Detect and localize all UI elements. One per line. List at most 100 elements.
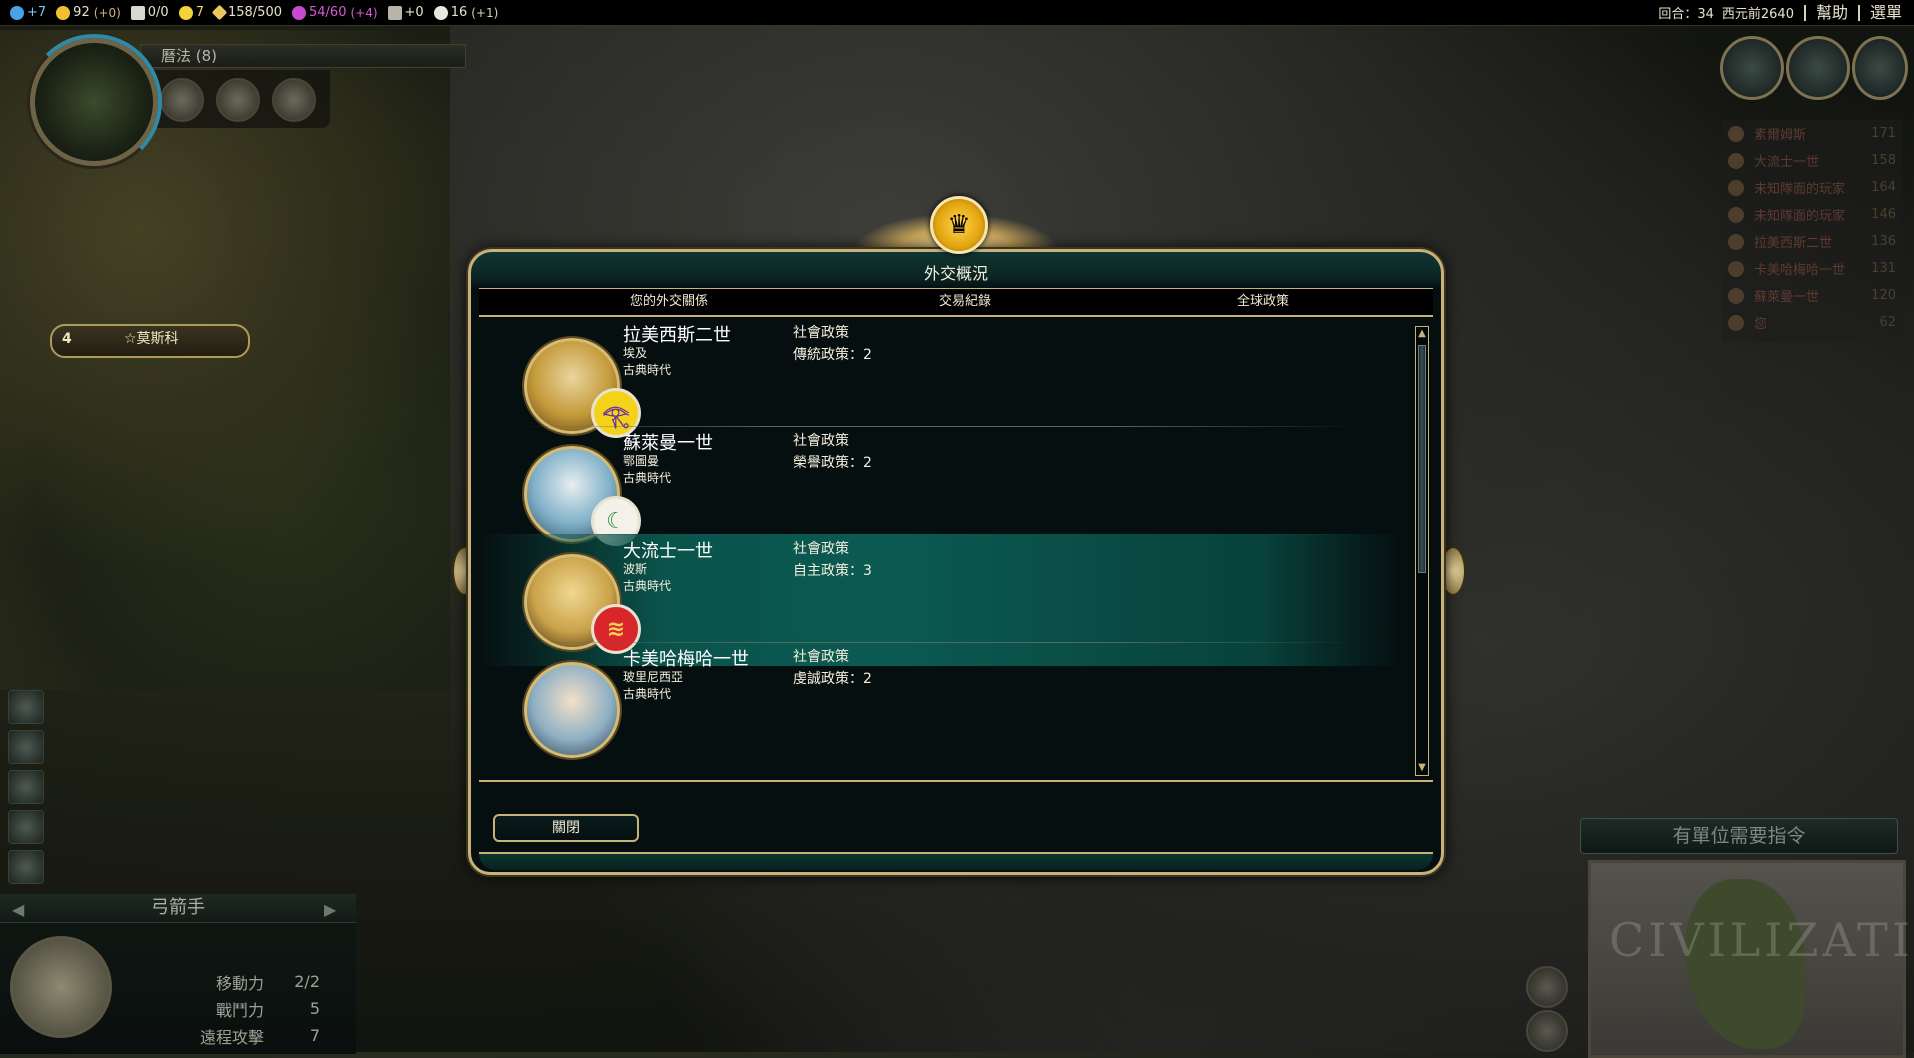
civ-icon [1728,233,1744,250]
policy-value: 傳統政策：2 [793,347,872,363]
list-item[interactable]: 大流士一世 158 [1722,147,1902,174]
action-button-3[interactable] [8,770,44,804]
strategic-view-icon[interactable] [1526,1010,1568,1052]
science-icon [10,5,24,20]
resource-bar: +7 92 (+0) 0/0 7 158/500 54/60 (+4) +0 16(… [0,0,1914,26]
gold-stat[interactable]: 92 (+0) [56,5,121,20]
smiley-icon [178,5,193,20]
tech-unlocks [150,70,330,128]
list-item[interactable]: 拉美西斯二世 136 [1722,228,1902,255]
civilization-name: 鄂圖曼 [623,454,660,468]
action-button-4[interactable] [8,810,44,844]
faith-stat[interactable]: 16 (+1) [433,5,498,20]
scroll-down-icon[interactable]: ▼ [1416,762,1428,774]
previous-unit-arrow-icon[interactable]: ◀ [12,900,24,919]
minimap-logo: CIVILIZATION [1609,913,1914,967]
turn-info: 回合：34 西元前2640 幫助 選單 [1650,0,1902,25]
policy-value: 榮譽政策：2 [793,455,872,471]
scoreboard: 素爾姆斯 171 大流士一世 158 未知隊面的玩家 164 未知隊面的玩家 146 拉… [1722,120,1902,342]
unit-needs-orders-button[interactable]: 有單位需要指令 [1580,818,1898,854]
list-item[interactable]: 蘇萊曼一世 120 [1722,282,1902,309]
help-button[interactable]: 幫助 [1803,4,1848,21]
unit-stats: 移動力 2/2 戰鬥力 5 遠程攻擊 7 [110,968,340,1049]
gold-icon [56,5,71,20]
tourism-icon [387,5,402,20]
golden-age-stat[interactable]: 158/500 [211,4,282,21]
action-button-1[interactable] [8,690,44,724]
policy-header: 社會政策 [793,649,849,665]
research-progress-bar[interactable]: 曆法 (8) [140,44,466,68]
scroll-up-icon[interactable]: ▲ [1416,328,1428,340]
tourism-stat[interactable]: +0 [387,5,424,20]
tab-deal-history[interactable]: 交易紀錄 [865,289,1065,315]
overview-icon[interactable] [1852,36,1908,100]
trade-route-icon [130,5,145,20]
tab-global-politics[interactable]: 全球政策 [1163,289,1363,315]
turn-counter: 回合：34 [1658,7,1714,22]
list-item[interactable]: 卡美哈梅哈一世 131 [1722,255,1902,282]
civilization-name: 埃及 [623,346,648,360]
left-action-buttons [8,690,48,890]
advisor-icon[interactable] [1786,36,1850,100]
leader-era: 古典時代 [623,471,672,485]
eagle-crest-icon: ♛ [930,196,988,254]
minimap-options-icon[interactable] [1526,966,1568,1008]
policy-value: 虔誠政策：2 [793,671,872,687]
policy-header: 社會政策 [793,325,849,341]
civ-icon [1728,152,1744,169]
close-button[interactable]: 關閉 [493,814,639,842]
policy-header: 社會政策 [793,433,849,449]
unit-stat-row: 戰鬥力 5 [215,999,320,1020]
civ-icon [1728,314,1744,331]
list-item[interactable]: 未知隊面的玩家 164 [1722,174,1902,201]
diplomacy-icon[interactable] [1720,36,1784,100]
unlock-improvement-icon[interactable] [216,78,260,122]
diplomatic-overview-dialog: 外交概況 您的外交關係 交易紀錄 全球政策 𓂀 拉美西斯二世 埃及 古典時代 社… [468,249,1444,875]
culture-icon [292,5,306,20]
leader-era: 古典時代 [623,579,672,593]
list-item[interactable]: 未知隊面的玩家 146 [1722,201,1902,228]
civilization-name: 玻里尼西亞 [623,670,684,684]
civ-icon [1728,287,1744,304]
list-item[interactable]: 您 62 [1722,309,1902,336]
list-item[interactable]: 卡美哈梅哈一世 玻里尼西亞 古典時代 社會政策 虔誠政策：2 [479,642,1399,774]
civ-icon [1728,179,1744,196]
golden-age-icon [211,4,228,21]
unlock-resource-icon[interactable] [272,78,316,122]
happiness-stat[interactable]: 7 [178,5,204,20]
culture-stat[interactable]: 54/60 (+4) [292,5,378,20]
unlock-building-icon[interactable] [160,78,204,122]
civ-icon [1728,125,1744,142]
city-population: 4 [62,331,72,347]
dialog-tabs: 您的外交關係 交易紀錄 全球政策 [479,288,1433,317]
science-stat[interactable]: +7 [10,5,46,20]
leader-list: 𓂀 拉美西斯二世 埃及 古典時代 社會政策 傳統政策：2 ☾ 蘇萊曼一世 鄂圖曼… [479,318,1433,782]
unit-stat-row: 移動力 2/2 [215,972,320,993]
action-button-2[interactable] [8,730,44,764]
list-scrollbar[interactable]: ▲ ▼ [1415,326,1429,776]
scroll-thumb[interactable] [1418,345,1426,573]
action-button-5[interactable] [8,850,44,884]
unit-name: 弓箭手 [0,894,356,923]
next-unit-arrow-icon[interactable]: ▶ [324,900,336,919]
leader-era: 古典時代 [623,687,672,701]
faith-icon [433,5,448,20]
leader-portrait [524,662,620,758]
unit-portrait[interactable] [10,936,112,1038]
trade-routes-stat[interactable]: 0/0 [130,5,169,20]
dialog-bottom-frame [479,852,1433,870]
civ-icon [1728,260,1744,277]
tab-your-relations[interactable]: 您的外交關係 [569,289,769,315]
current-research-icon[interactable] [26,34,162,170]
city-name: ☆莫斯科 [124,331,179,347]
list-item[interactable]: 素爾姆斯 171 [1722,120,1902,147]
policy-header: 社會政策 [793,541,849,557]
leader-era: 古典時代 [623,363,672,377]
unit-stat-row: 遠程攻擊 7 [199,1026,320,1047]
civilization-name: 波斯 [623,562,648,576]
city-banner[interactable]: 4 ☆莫斯科 [50,324,250,358]
menu-button[interactable]: 選單 [1857,4,1902,21]
minimap[interactable]: CIVILIZATION [1588,860,1914,1058]
game-year: 西元前2640 [1721,7,1794,22]
dialog-title: 外交概況 [923,264,988,283]
